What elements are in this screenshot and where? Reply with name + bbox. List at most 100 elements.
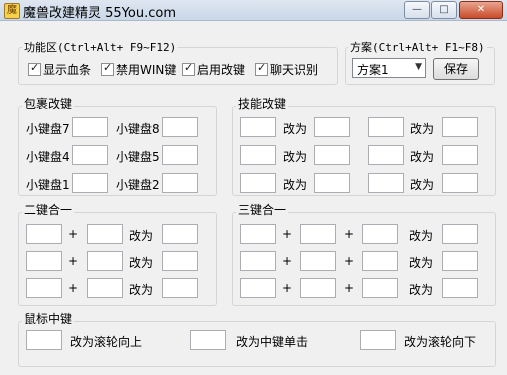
skill-from-input[interactable] [240, 173, 276, 193]
combo2-key1-input[interactable] [26, 278, 62, 298]
plus-label: + [68, 281, 79, 295]
combo2-result-input[interactable] [162, 278, 198, 298]
checkbox-disable-win[interactable]: ✓ [101, 61, 114, 76]
combo2-change-to-label: 改为 [129, 283, 154, 297]
skill-to-input[interactable] [442, 173, 478, 193]
save-button[interactable]: 保存 [433, 58, 479, 80]
wheel-down-input[interactable] [360, 330, 396, 350]
check-icon: ✓ [257, 61, 267, 74]
scheme-group-label: 方案(Ctrl+Alt+ F1~F8) [348, 39, 487, 55]
skill-change-to-label: 改为 [410, 178, 435, 192]
combo3-result-input[interactable] [442, 251, 478, 271]
skill-from-input[interactable] [368, 117, 404, 137]
inv-label-7: 小键盘7 [26, 122, 70, 136]
plus-label: + [68, 227, 79, 241]
wheel-up-label: 改为滚轮向上 [70, 335, 143, 349]
window-title: 魔兽改建精灵 55You.com [23, 6, 176, 21]
combo2-key1-input[interactable] [26, 224, 62, 244]
inv-input-2[interactable] [162, 173, 198, 193]
combo3-key2-input[interactable] [300, 251, 336, 271]
scheme-select[interactable]: 方案1 ▼ [352, 58, 426, 78]
combo2-key1-input[interactable] [26, 251, 62, 271]
plus-label: + [344, 281, 355, 295]
plus-label: + [282, 254, 293, 268]
combo2-result-input[interactable] [162, 251, 198, 271]
checkbox-chat-detect[interactable]: ✓ [255, 61, 268, 76]
plus-label: + [68, 254, 79, 268]
combo2-key2-input[interactable] [87, 251, 123, 271]
inv-input-4[interactable] [72, 145, 108, 165]
combo2-result-input[interactable] [162, 224, 198, 244]
inv-label-4: 小键盘4 [26, 150, 70, 164]
skill-to-input[interactable] [442, 145, 478, 165]
skill-to-input[interactable] [314, 145, 350, 165]
inv-label-1: 小键盘1 [26, 178, 70, 192]
combo2-change-to-label: 改为 [129, 256, 154, 270]
combo3-key1-input[interactable] [240, 278, 276, 298]
combo2-key2-input[interactable] [87, 224, 123, 244]
maximize-button[interactable]: □ [431, 1, 457, 19]
skill-change-to-label: 改为 [410, 122, 435, 136]
skill-from-input[interactable] [240, 117, 276, 137]
minimize-button[interactable]: — [404, 1, 430, 19]
inv-label-8: 小键盘8 [116, 122, 160, 136]
plus-label: + [282, 227, 293, 241]
chevron-down-icon: ▼ [415, 62, 422, 72]
plus-label: + [282, 281, 293, 295]
middle-click-input[interactable] [190, 330, 226, 350]
plus-label: + [344, 254, 355, 268]
combo3-result-input[interactable] [442, 278, 478, 298]
checkbox-disable-win-label[interactable]: 禁用WIN键 [116, 61, 176, 78]
skill-to-input[interactable] [442, 117, 478, 137]
combo3-key2-input[interactable] [300, 278, 336, 298]
three-in-one-group-label: 三键合一 [236, 201, 289, 218]
scheme-select-value: 方案1 [357, 63, 389, 77]
skills-group-label: 技能改键 [236, 95, 289, 112]
inv-input-7[interactable] [72, 117, 108, 137]
combo3-key1-input[interactable] [240, 224, 276, 244]
combo3-key3-input[interactable] [362, 278, 398, 298]
check-icon: ✓ [184, 61, 194, 74]
skill-from-input[interactable] [240, 145, 276, 165]
skill-change-to-label: 改为 [283, 178, 308, 192]
inventory-group-label: 包裹改键 [22, 95, 75, 112]
checkbox-enable-remap-label[interactable]: 启用改键 [197, 61, 245, 78]
combo2-change-to-label: 改为 [129, 229, 154, 243]
main-window: 魔 魔兽改建精灵 55You.com — □ ✕ 功能区(Ctrl+Alt+ F… [0, 0, 507, 375]
plus-label: + [344, 227, 355, 241]
close-button[interactable]: ✕ [459, 1, 503, 19]
inv-input-5[interactable] [162, 145, 198, 165]
inv-input-1[interactable] [72, 173, 108, 193]
functions-group-label: 功能区(Ctrl+Alt+ F9~F12) [22, 39, 179, 55]
inv-input-8[interactable] [162, 117, 198, 137]
skill-to-input[interactable] [314, 173, 350, 193]
wheel-down-label: 改为滚轮向下 [404, 335, 477, 349]
combo3-key3-input[interactable] [362, 224, 398, 244]
skill-from-input[interactable] [368, 173, 404, 193]
inv-label-2: 小键盘2 [116, 178, 160, 192]
combo2-key2-input[interactable] [87, 278, 123, 298]
skill-to-input[interactable] [314, 117, 350, 137]
combo3-key2-input[interactable] [300, 224, 336, 244]
checkbox-chat-detect-label[interactable]: 聊天识别 [270, 61, 318, 78]
combo3-key3-input[interactable] [362, 251, 398, 271]
two-in-one-group-label: 二键合一 [22, 201, 75, 218]
checkbox-enable-remap[interactable]: ✓ [182, 61, 195, 76]
skill-from-input[interactable] [368, 145, 404, 165]
check-icon: ✓ [30, 61, 40, 74]
title-bar: 魔 魔兽改建精灵 55You.com — □ ✕ [0, 0, 507, 21]
combo3-key1-input[interactable] [240, 251, 276, 271]
checkbox-show-hp-label[interactable]: 显示血条 [43, 61, 91, 78]
middle-click-label: 改为中键单击 [236, 335, 309, 349]
wheel-up-input[interactable] [26, 330, 62, 350]
mouse-group-label: 鼠标中键 [22, 310, 75, 327]
inv-label-5: 小键盘5 [116, 150, 160, 164]
combo3-change-to-label: 改为 [409, 283, 434, 297]
skill-change-to-label: 改为 [283, 122, 308, 136]
combo3-change-to-label: 改为 [409, 229, 434, 243]
skill-change-to-label: 改为 [283, 150, 308, 164]
app-icon: 魔 [4, 3, 20, 19]
combo3-result-input[interactable] [442, 224, 478, 244]
checkbox-show-hp[interactable]: ✓ [28, 61, 41, 76]
check-icon: ✓ [103, 61, 113, 74]
